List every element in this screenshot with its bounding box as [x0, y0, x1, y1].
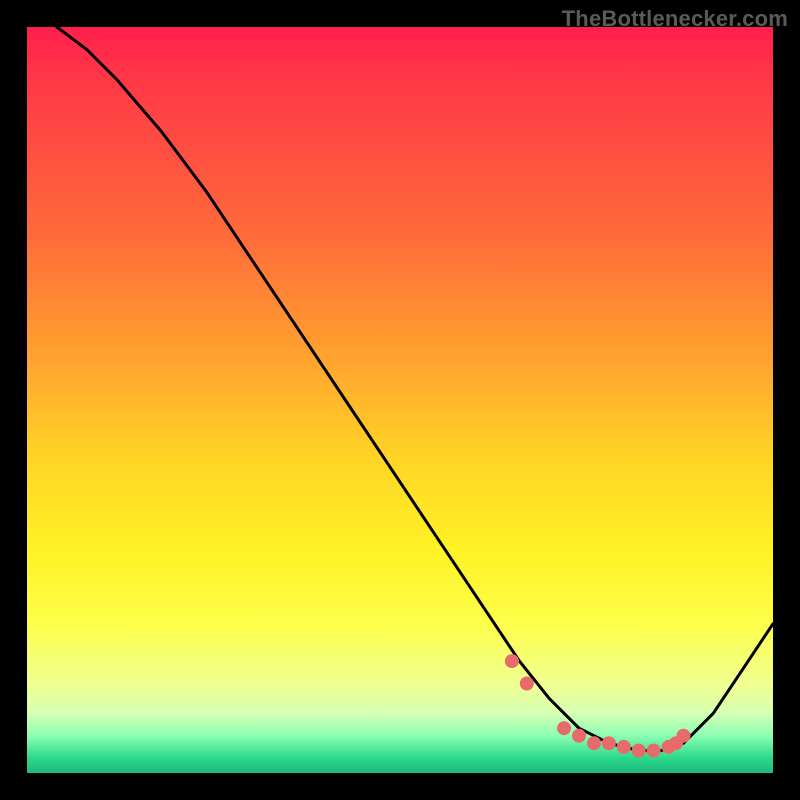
marker-dot: [587, 736, 601, 750]
marker-dot: [632, 744, 646, 758]
marker-dot: [505, 654, 519, 668]
watermark-text: TheBottlenecker.com: [562, 6, 788, 32]
marker-dot: [602, 736, 616, 750]
marker-dot: [520, 677, 534, 691]
app-frame: TheBottlenecker.com: [0, 0, 800, 800]
marker-dot: [647, 744, 661, 758]
marker-dot: [572, 729, 586, 743]
plot-area: [27, 27, 773, 773]
bottleneck-curve: [57, 27, 773, 751]
marker-dot: [617, 740, 631, 754]
marker-dot: [557, 721, 571, 735]
marker-dot: [677, 729, 691, 743]
valley-markers: [505, 654, 691, 758]
curve-layer: [27, 27, 773, 773]
